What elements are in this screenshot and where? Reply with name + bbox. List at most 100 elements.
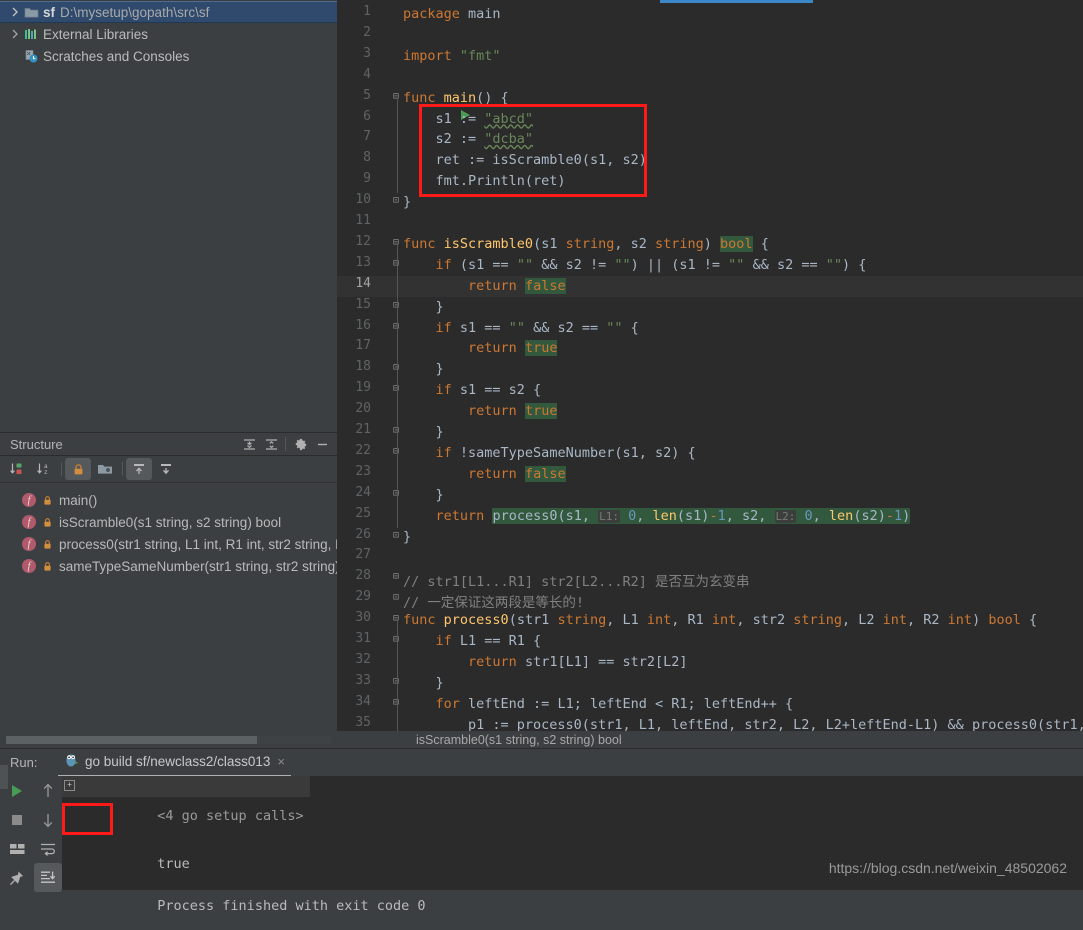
code-line[interactable]: 23 return false bbox=[337, 464, 1083, 485]
code-line[interactable]: 18 ⊡ } bbox=[337, 359, 1083, 380]
tree-item-module-sf[interactable]: sf D:\mysetup\gopath\src\sf bbox=[0, 1, 337, 23]
code-line[interactable]: 25 return process0(s1, L1: 0, len(s1)-1,… bbox=[337, 506, 1083, 527]
code-line[interactable]: 3 import "fmt" bbox=[337, 46, 1083, 67]
run-tab[interactable]: go build sf/newclass2/class013 × bbox=[58, 749, 291, 777]
code-line[interactable]: 21 ⊡ } bbox=[337, 422, 1083, 443]
code-editor[interactable]: 1 package main 2 3 import "fmt" 4 5 ⊟ fu… bbox=[337, 4, 1083, 731]
code-line[interactable]: 8 ret := isScramble0(s1, s2) bbox=[337, 150, 1083, 171]
project-tool-window[interactable]: sf D:\mysetup\gopath\src\sf External Lib… bbox=[0, 0, 337, 432]
sort-by-visibility-icon[interactable] bbox=[4, 458, 30, 480]
pin-button[interactable] bbox=[0, 863, 34, 892]
code-line[interactable]: 9 fmt.Println(ret) bbox=[337, 171, 1083, 192]
close-icon[interactable]: × bbox=[277, 754, 285, 769]
code-line-current[interactable]: 14 return false bbox=[337, 275, 1083, 297]
structure-tool-window: Structure a z f main() f isScramble0(s1 … bbox=[0, 432, 337, 749]
show-anonymous-icon[interactable] bbox=[153, 458, 179, 480]
breadcrumb[interactable]: isScramble0(s1 string, s2 string) bool bbox=[337, 731, 1083, 748]
code-line[interactable]: 32 return str1[L1] == str2[L2] bbox=[337, 652, 1083, 673]
line-text: } bbox=[403, 528, 412, 545]
scrollbar-thumb[interactable] bbox=[6, 736, 257, 744]
function-icon: f bbox=[22, 515, 36, 529]
line-number: 33 bbox=[355, 672, 371, 688]
code-line[interactable]: 13 ⊟ if (s1 == "" && s2 != "") || (s1 !=… bbox=[337, 255, 1083, 276]
structure-toolbar: a z bbox=[0, 456, 337, 483]
structure-item[interactable]: f process0(str1 string, L1 int, R1 int, … bbox=[0, 533, 337, 555]
run-tab-title: go build sf/newclass2/class013 bbox=[85, 754, 271, 769]
chevron-right-icon[interactable] bbox=[8, 7, 22, 17]
line-number: 14 bbox=[355, 275, 371, 291]
fold-toggle-icon[interactable]: ⊡ bbox=[393, 195, 399, 206]
structure-horizontal-scrollbar[interactable] bbox=[0, 734, 337, 744]
tree-item-scratches-and-consoles[interactable]: Scratches and Consoles bbox=[0, 45, 337, 67]
line-number: 23 bbox=[355, 463, 371, 479]
chevron-right-icon[interactable] bbox=[8, 29, 22, 39]
show-inherited-icon[interactable] bbox=[126, 458, 152, 480]
code-line[interactable]: 16 ⊟ if s1 == "" && s2 == "" { bbox=[337, 318, 1083, 339]
code-line[interactable]: 1 package main bbox=[337, 4, 1083, 25]
stop-button[interactable] bbox=[0, 805, 34, 834]
code-line[interactable]: 29 ⊡ // 一定保证这两段是等长的! bbox=[337, 589, 1083, 611]
line-text: } bbox=[403, 486, 444, 503]
code-line[interactable]: 24 ⊡ } bbox=[337, 485, 1083, 506]
code-line[interactable]: 2 bbox=[337, 25, 1083, 46]
console-line-collapsed[interactable]: + <4 go setup calls> bbox=[62, 776, 310, 824]
layout-button[interactable] bbox=[0, 834, 34, 863]
code-line[interactable]: 27 bbox=[337, 547, 1083, 568]
progress-bar-fill bbox=[660, 0, 813, 3]
fold-toggle-icon[interactable]: ⊟ bbox=[393, 571, 399, 582]
code-line[interactable]: 30 ⊟ func process0(str1 string, L1 int, … bbox=[337, 610, 1083, 631]
expand-all-icon[interactable] bbox=[238, 434, 260, 454]
soft-wrap-button[interactable] bbox=[34, 834, 62, 863]
console-line-exit: Process finished with exit code 0 bbox=[62, 882, 1083, 914]
line-text: p1 := process0(str1, L1, leftEnd, str2, … bbox=[403, 716, 1083, 731]
code-line[interactable]: 19 ⊟ if s1 == s2 { bbox=[337, 380, 1083, 401]
code-line[interactable]: 12 ⊟ func isScramble0(s1 string, s2 stri… bbox=[337, 234, 1083, 255]
line-text: } bbox=[403, 424, 444, 440]
code-line[interactable]: 22 ⊟ if !sameTypeSameNumber(s1, s2) { bbox=[337, 443, 1083, 464]
code-line[interactable]: 33 ⊡ } bbox=[337, 673, 1083, 694]
scroll-to-end-button[interactable] bbox=[34, 863, 62, 892]
line-text: } bbox=[403, 361, 444, 378]
code-line[interactable]: 17 return true bbox=[337, 338, 1083, 359]
line-number: 34 bbox=[355, 693, 371, 709]
collapse-all-icon[interactable] bbox=[260, 434, 282, 454]
code-line[interactable]: 34 ⊟ for leftEnd := L1; leftEnd < R1; le… bbox=[337, 694, 1083, 715]
code-line[interactable]: 20 return true bbox=[337, 401, 1083, 422]
fold-toggle-icon[interactable]: ⊡ bbox=[393, 592, 399, 603]
line-number: 17 bbox=[355, 338, 371, 354]
code-line[interactable]: 7 s2 := "dcba" bbox=[337, 129, 1083, 150]
line-text: } bbox=[403, 674, 444, 691]
code-line[interactable]: 6 s1 := "abcd" bbox=[337, 109, 1083, 130]
structure-item[interactable]: f main() bbox=[0, 489, 337, 511]
expand-icon[interactable]: + bbox=[64, 780, 75, 791]
code-line[interactable]: 26 ⊡ } bbox=[337, 527, 1083, 548]
code-line[interactable]: 31 ⊟ if L1 == R1 { bbox=[337, 631, 1083, 652]
line-text: s1 := "abcd" bbox=[403, 110, 534, 127]
line-number: 16 bbox=[355, 317, 371, 333]
down-the-stack-trace-button[interactable] bbox=[34, 805, 62, 834]
fold-toggle-icon[interactable]: ⊡ bbox=[393, 530, 399, 541]
code-line[interactable]: 15 ⊡ } bbox=[337, 297, 1083, 318]
up-the-stack-trace-button[interactable] bbox=[34, 776, 62, 805]
code-line[interactable]: 10 ⊡ } bbox=[337, 192, 1083, 213]
code-line[interactable]: 5 ⊟ func main() { bbox=[337, 88, 1083, 120]
show-fields-icon[interactable] bbox=[92, 458, 118, 480]
structure-list[interactable]: f main() f isScramble0(s1 string, s2 str… bbox=[0, 483, 337, 577]
breadcrumb-text: isScramble0(s1 string, s2 string) bool bbox=[416, 732, 622, 747]
run-side-toolbar bbox=[0, 776, 34, 890]
console-line-output: true bbox=[62, 840, 1083, 872]
gear-icon[interactable] bbox=[289, 434, 311, 454]
sort-alphabetically-icon[interactable]: a z bbox=[31, 458, 57, 480]
structure-item[interactable]: f sameTypeSameNumber(str1 string, str2 s… bbox=[0, 555, 337, 577]
lock-icon bbox=[42, 539, 52, 550]
structure-item[interactable]: f isScramble0(s1 string, s2 string) bool bbox=[0, 511, 337, 533]
code-line[interactable]: 35 p1 := process0(str1, L1, leftEnd, str… bbox=[337, 715, 1083, 731]
tree-item-external-libraries[interactable]: External Libraries bbox=[0, 23, 337, 45]
line-number: 27 bbox=[355, 547, 371, 563]
minimize-icon[interactable] bbox=[311, 434, 333, 454]
code-line[interactable]: 4 bbox=[337, 67, 1083, 88]
run-label: Run: bbox=[10, 755, 38, 770]
code-line[interactable]: 28 ⊟ // str1[L1...R1] str2[L2...R2] 是否互为… bbox=[337, 568, 1083, 590]
code-line[interactable]: 11 bbox=[337, 213, 1083, 234]
show-non-public-icon[interactable] bbox=[65, 458, 91, 480]
